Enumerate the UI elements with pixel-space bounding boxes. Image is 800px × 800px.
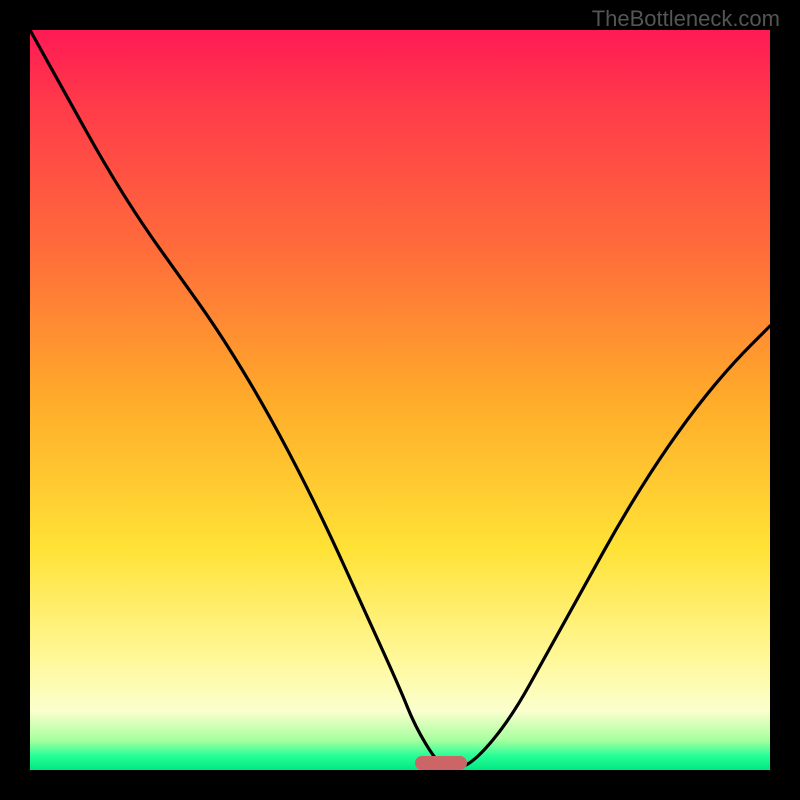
optimal-marker <box>415 756 467 770</box>
curve-svg <box>30 30 770 770</box>
chart-container: TheBottleneck.com <box>0 0 800 800</box>
bottleneck-curve <box>30 30 770 768</box>
watermark-text: TheBottleneck.com <box>592 6 780 32</box>
plot-area <box>30 30 770 770</box>
